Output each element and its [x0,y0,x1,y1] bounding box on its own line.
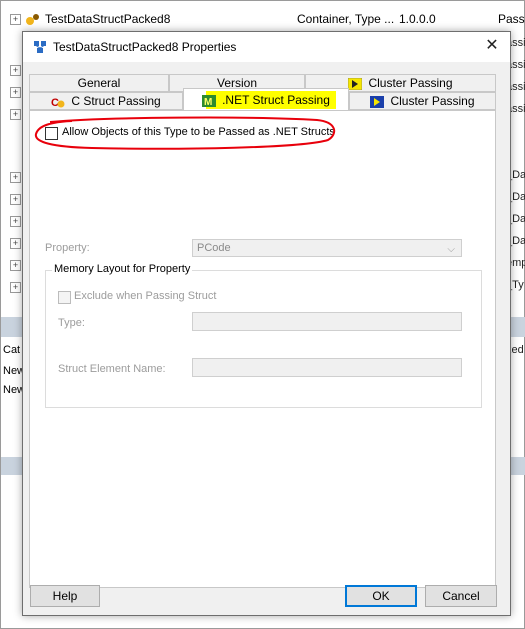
exclude-label: Exclude when Passing Struct [74,290,217,302]
svg-text:C: C [51,97,59,108]
struct-element-name-field[interactable] [192,358,462,377]
tab-c-struct-passing[interactable]: C C Struct Passing [29,92,183,110]
expand-icon[interactable]: + [10,194,21,205]
tab-panel-net-struct: Allow Objects of this Type to be Passed … [29,110,496,588]
expand-icon[interactable]: + [10,14,21,25]
red-annotation-ellipse [34,116,336,150]
bg-item-type: Container, Type ... [297,12,395,26]
bg-item-version: 1.0.0.0 [399,12,436,26]
close-button[interactable]: ✕ [484,38,500,54]
expand-icon[interactable]: + [10,172,21,183]
bg-fragment: Cat [3,344,21,356]
property-value: PCode [197,242,231,254]
properties-icon [34,41,46,53]
help-button-label: Help [52,589,78,603]
bg-item-name: TestDataStructPacked8 [45,12,171,26]
property-label: Property: [45,242,90,254]
tab-cluster-passing[interactable]: Cluster Passing [349,92,496,110]
tab-content: M .NET Struct Passing [184,92,348,108]
expand-icon[interactable]: + [10,260,21,271]
tab-label: Cluster Passing [368,76,453,90]
expand-icon[interactable]: + [10,282,21,293]
type-field[interactable] [192,312,462,331]
bg-item-passing: Passi [498,12,525,26]
cluster-icon [370,95,385,108]
svg-text:M: M [204,97,212,107]
exclude-checkbox[interactable] [58,291,71,304]
cancel-button-label: Cancel [442,589,480,603]
dialog-titlebar[interactable]: TestDataStructPacked8 Properties ✕ [23,32,510,62]
struct-element-name-label: Struct Element Name: [58,363,166,375]
tab-label: .NET Struct Passing [222,93,330,107]
expand-icon[interactable]: + [10,65,21,76]
cluster-icon [348,77,363,90]
tab-label: General [77,76,121,90]
properties-dialog: TestDataStructPacked8 Properties ✕ Gener… [22,31,511,616]
memory-layout-groupbox: Memory Layout for Property Exclude when … [45,263,482,408]
expand-icon[interactable]: + [10,216,21,227]
tab-label: C Struct Passing [71,94,161,108]
tab-net-struct-passing[interactable]: M .NET Struct Passing [183,88,349,111]
ok-button[interactable]: OK [345,585,417,607]
type-label: Type: [58,317,85,329]
close-icon: ✕ [485,37,499,54]
background-tree-row[interactable]: + TestDataStructPacked8 Container, Type … [1,10,525,28]
help-button[interactable]: Help [30,585,100,607]
dotnet-m-icon: M [202,94,217,107]
group-title: Memory Layout for Property [52,263,193,275]
ok-button-label: OK [372,589,390,603]
c-struct-icon: C [51,97,65,108]
dialog-title: TestDataStructPacked8 Properties [53,40,237,54]
item-icon [26,14,39,25]
chevron-down-icon: ⌵ [447,244,455,255]
expand-icon[interactable]: + [10,238,21,249]
cancel-button[interactable]: Cancel [425,585,497,607]
expand-icon[interactable]: + [10,87,21,98]
tab-general[interactable]: General [29,74,169,92]
expand-icon[interactable]: + [10,109,21,120]
tab-label: Cluster Passing [390,94,475,108]
property-dropdown[interactable]: PCode ⌵ [192,239,462,257]
